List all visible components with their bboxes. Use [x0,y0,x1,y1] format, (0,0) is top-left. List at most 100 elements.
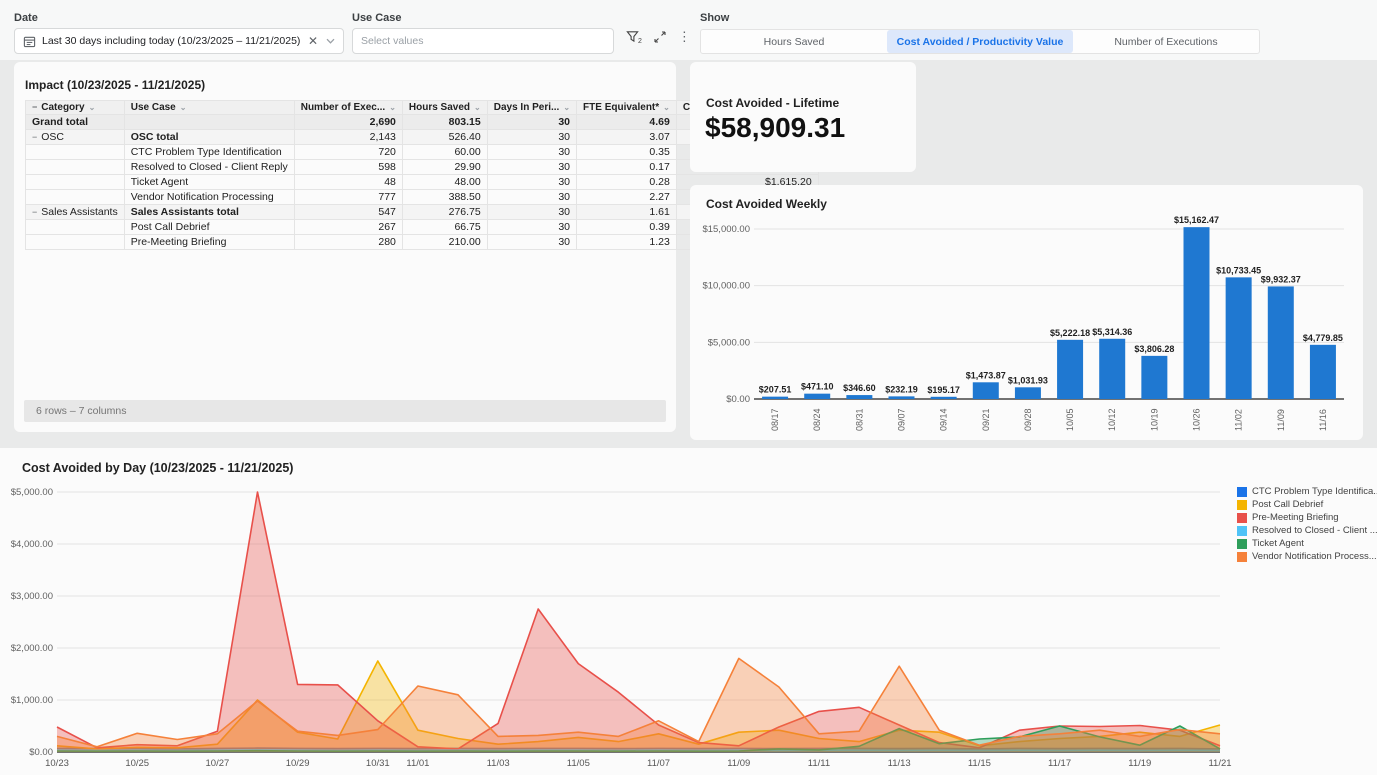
impact-table-card: Impact (10/23/2025 - 11/21/2025) −Catego… [14,62,676,432]
use-case-input[interactable] [361,35,605,47]
filters-icon[interactable]: 2 [626,30,642,43]
weekly-bar-08-17[interactable] [762,397,788,399]
column-header-number-of-exec-[interactable]: Number of Exec...⌄ [294,101,402,115]
use-case-cell: Pre-Meeting Briefing [124,235,294,250]
sort-chevron-icon[interactable]: ⌄ [389,103,396,112]
category-cell: −OSC [26,130,125,145]
legend-swatch [1237,539,1247,549]
value-cell: 388.50 [402,190,487,205]
show-option-hours-saved[interactable]: Hours Saved [701,30,887,53]
daily-chart-title: Cost Avoided by Day (10/23/2025 - 11/21/… [22,461,293,475]
filter-count-badge: 2 [638,38,642,45]
show-option-cost-avoided-productivity-value[interactable]: Cost Avoided / Productivity Value [887,30,1073,53]
date-filter-input[interactable]: Last 30 days including today (10/23/2025… [14,28,344,54]
weekly-bar-10-19[interactable] [1141,356,1167,399]
value-cell: 210.00 [402,235,487,250]
use-case-cell [124,115,294,130]
svg-text:09/21: 09/21 [981,408,991,431]
category-cell: −Sales Assistants [26,205,125,220]
svg-text:08/31: 08/31 [854,408,864,431]
use-case-cell: Vendor Notification Processing [124,190,294,205]
weekly-chart-title: Cost Avoided Weekly [706,197,827,211]
use-case-cell: Post Call Debrief [124,220,294,235]
category-cell [26,220,125,235]
sort-chevron-icon[interactable]: ⌄ [563,103,570,112]
weekly-chart-card: Cost Avoided Weekly $0.00$5,000.00$10,00… [690,185,1363,440]
svg-text:$15,000.00: $15,000.00 [702,224,750,235]
sort-chevron-icon[interactable]: ⌄ [180,103,187,112]
svg-text:$0.00: $0.00 [726,394,750,405]
weekly-bar-11-02[interactable] [1226,277,1252,399]
sort-chevron-icon[interactable]: ⌄ [89,103,96,112]
sort-chevron-icon[interactable]: ⌄ [474,103,481,112]
legend-item-ctc-problem-type-identification[interactable]: CTC Problem Type Identifica... [1237,486,1377,497]
legend-swatch [1237,526,1247,536]
category-cell [26,175,125,190]
legend-swatch [1237,552,1247,562]
legend-label: CTC Problem Type Identifica... [1252,486,1377,497]
use-case-filter-field[interactable] [352,28,614,54]
area-series-pre-meeting-briefing[interactable] [57,492,1220,752]
use-case-cell: OSC total [124,130,294,145]
column-header-category[interactable]: −Category⌄ [26,101,125,115]
collapse-group-icon[interactable]: − [32,207,37,217]
legend-item-ticket-agent[interactable]: Ticket Agent [1237,538,1377,549]
value-cell: 2.27 [577,190,677,205]
weekly-bar-10-12[interactable] [1099,339,1125,399]
column-header-days-in-peri-[interactable]: Days In Peri...⌄ [487,101,576,115]
legend-item-pre-meeting-briefing[interactable]: Pre-Meeting Briefing [1237,512,1377,523]
use-case-cell: Sales Assistants total [124,205,294,220]
weekly-bar-10-26[interactable] [1184,227,1210,399]
table-footer: 6 rows – 7 columns [24,400,666,422]
svg-text:$1,473.87: $1,473.87 [966,370,1006,380]
column-header-use-case[interactable]: Use Case⌄ [124,101,294,115]
svg-text:$9,932.37: $9,932.37 [1261,274,1301,284]
legend-item-resolved-to-closed-client-reply[interactable]: Resolved to Closed - Client ... [1237,525,1377,536]
value-cell: 267 [294,220,402,235]
collapse-all-icon[interactable]: − [32,102,37,112]
weekly-bar-11-09[interactable] [1268,286,1294,399]
weekly-bar-09-14[interactable] [931,397,957,399]
svg-text:$1,000.00: $1,000.00 [11,695,53,706]
svg-text:10/23: 10/23 [45,758,69,769]
chart-legend: CTC Problem Type Identifica... Post Call … [1237,486,1377,562]
chevron-down-icon[interactable] [326,36,335,46]
legend-label: Pre-Meeting Briefing [1252,512,1339,523]
weekly-bar-09-07[interactable] [889,396,915,399]
value-cell: 29.90 [402,160,487,175]
weekly-bar-10-05[interactable] [1057,340,1083,399]
category-cell [26,190,125,205]
weekly-bar-08-24[interactable] [804,394,830,399]
weekly-bar-09-28[interactable] [1015,387,1041,399]
collapse-group-icon[interactable]: − [32,132,37,142]
legend-item-vendor-notification-processing[interactable]: Vendor Notification Process... [1237,551,1377,562]
value-cell: 1.61 [577,205,677,220]
weekly-bar-11-16[interactable] [1310,345,1336,399]
expand-icon[interactable] [654,31,666,43]
value-cell: 48.00 [402,175,487,190]
show-option-number-of-executions[interactable]: Number of Executions [1073,30,1259,53]
value-cell: 66.75 [402,220,487,235]
value-cell: 4.69 [577,115,677,130]
value-cell: 30 [487,205,576,220]
svg-text:$0.00: $0.00 [29,747,53,758]
value-cell: 526.40 [402,130,487,145]
svg-text:10/05: 10/05 [1065,408,1075,431]
svg-text:$5,000.00: $5,000.00 [708,337,750,348]
value-cell: 2,690 [294,115,402,130]
svg-text:09/14: 09/14 [939,408,949,431]
more-options-icon[interactable]: ⋮ [678,30,691,43]
column-header-hours-saved[interactable]: Hours Saved⌄ [402,101,487,115]
svg-text:$4,779.85: $4,779.85 [1303,333,1343,343]
weekly-bar-09-21[interactable] [973,382,999,399]
sort-chevron-icon[interactable]: ⌄ [663,103,670,112]
column-header-fte-equivalent-[interactable]: FTE Equivalent*⌄ [577,101,677,115]
value-cell: 0.28 [577,175,677,190]
svg-text:11/01: 11/01 [406,758,429,769]
legend-item-post-call-debrief[interactable]: Post Call Debrief [1237,499,1377,510]
weekly-bar-08-31[interactable] [846,395,872,399]
show-toggle-group: Hours SavedCost Avoided / Productivity V… [700,29,1260,54]
svg-text:11/13: 11/13 [888,758,911,769]
daily-chart-card: Cost Avoided by Day (10/23/2025 - 11/21/… [0,448,1377,775]
clear-date-icon[interactable]: ✕ [306,34,320,48]
